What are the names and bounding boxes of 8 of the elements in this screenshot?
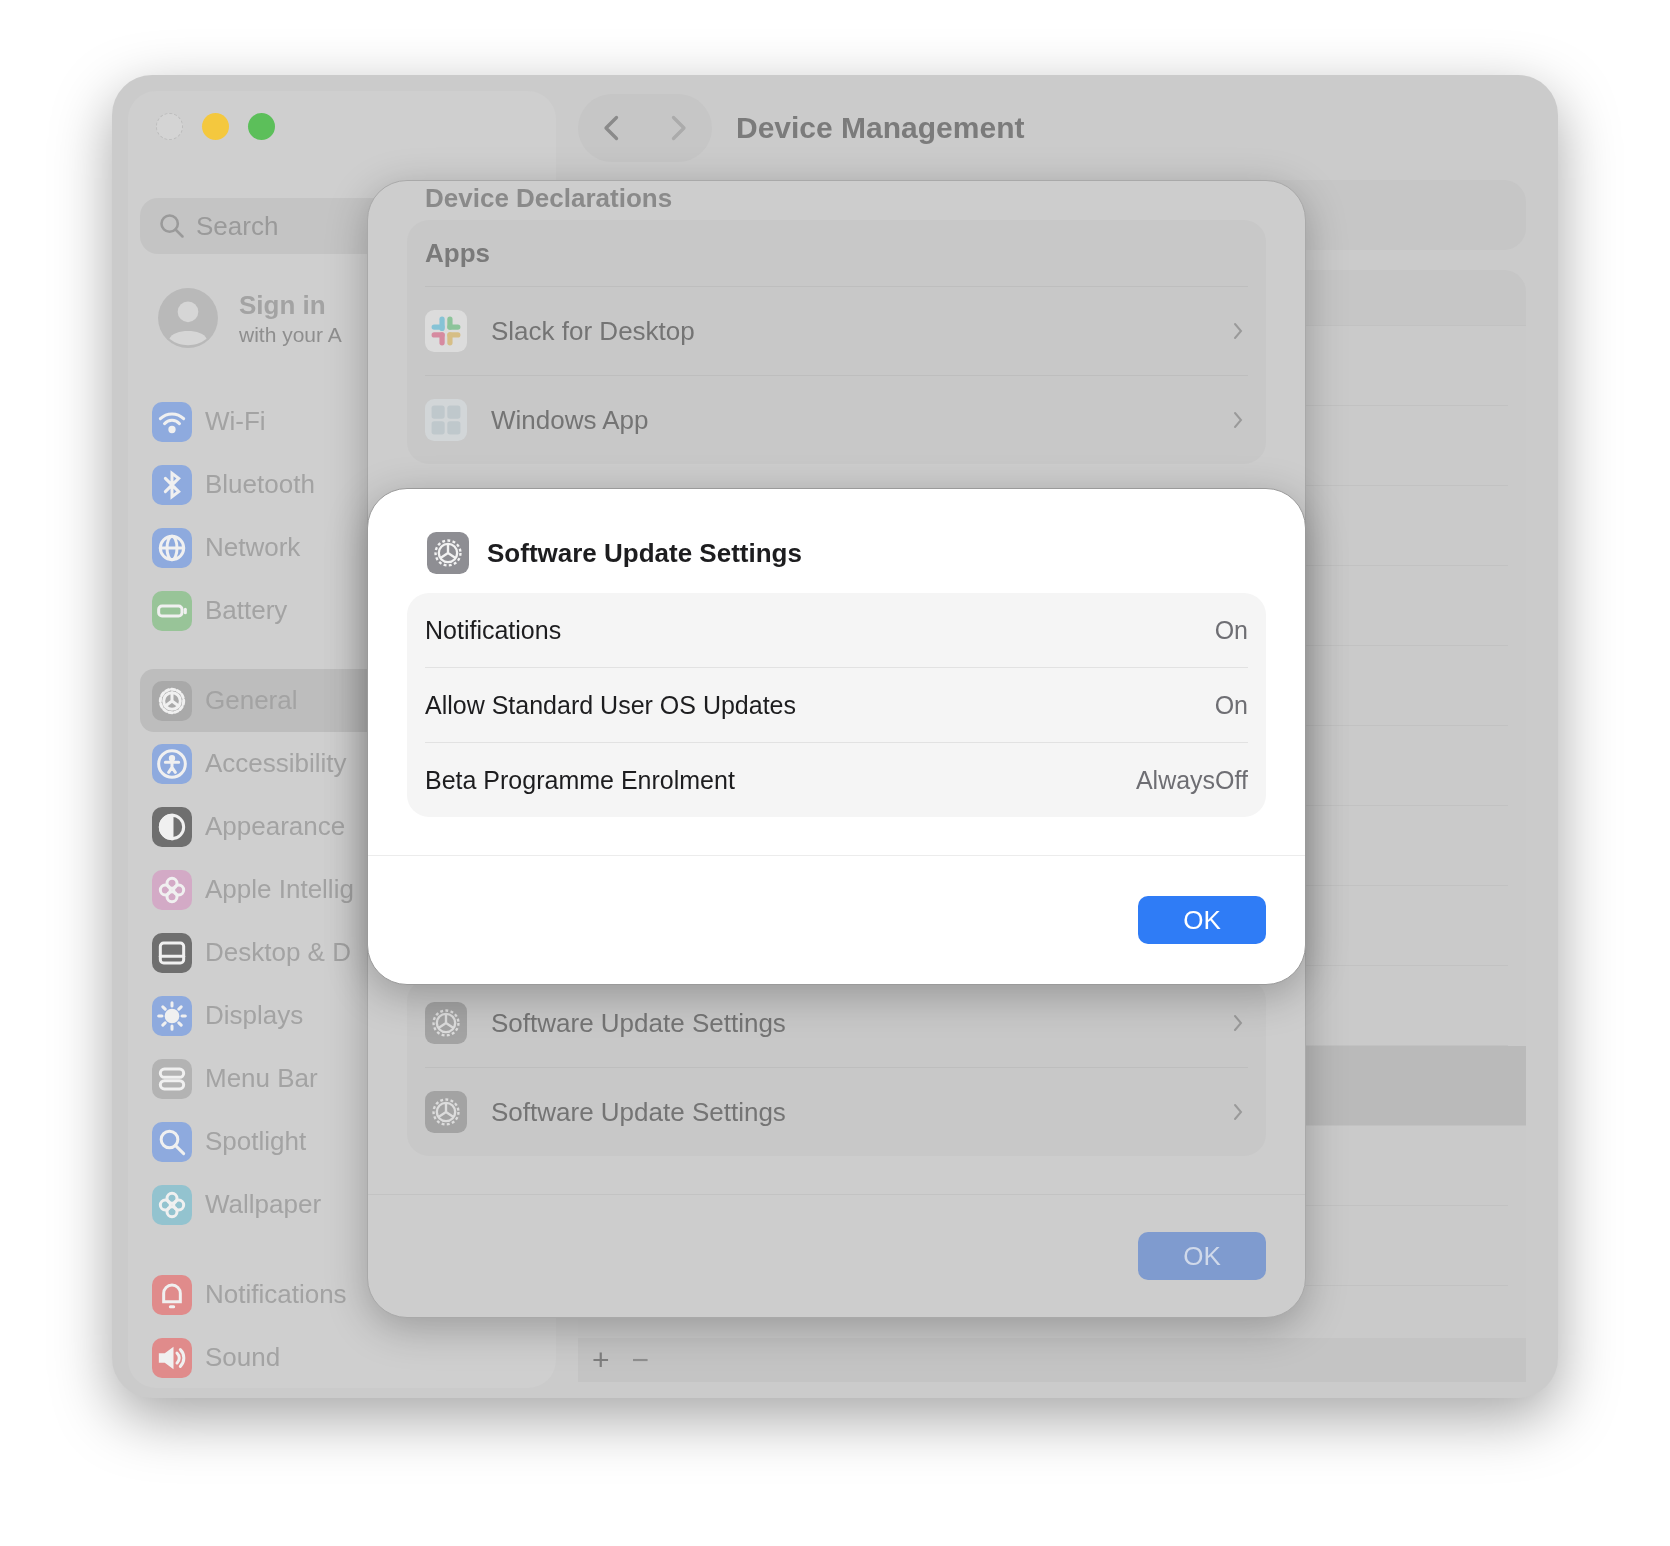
setting-value: On: [1214, 690, 1248, 720]
setting-label: Beta Programme Enrolment: [425, 765, 735, 795]
setting-value: On: [1214, 615, 1248, 645]
window-title: Device Management: [736, 110, 1025, 145]
setting-value: AlwaysOff: [1135, 765, 1248, 795]
setting-label: Notifications: [425, 615, 562, 645]
account-subtitle: with your A: [239, 322, 342, 347]
dialog-title: Software Update Settings: [487, 537, 802, 569]
